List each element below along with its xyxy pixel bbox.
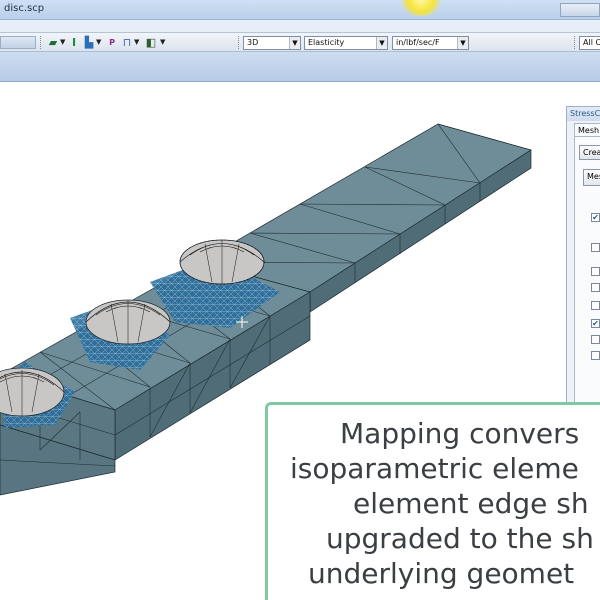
units-value: in/lbf/sec/F (396, 38, 440, 47)
chart-icon[interactable]: ▙ (82, 36, 96, 49)
toolbar-strip (0, 36, 36, 49)
mesh-type-select[interactable]: Mes (583, 169, 600, 186)
panel-title: StressCh (567, 107, 600, 121)
chevron-down-icon[interactable]: ▼ (457, 37, 468, 49)
option-checkbox-5[interactable] (591, 301, 600, 310)
window-title: disc.scp (4, 3, 45, 14)
mesh-panel: StressCh Mesh Creat Mes ✔ ✔ (566, 106, 600, 406)
create-button[interactable]: Creat (579, 145, 600, 160)
chevron-down-icon[interactable]: ▼ (60, 37, 65, 48)
object-filter-select[interactable]: All Ob (579, 36, 600, 50)
cursor-highlight (398, 0, 444, 16)
option-checkbox-8[interactable] (591, 351, 600, 360)
analysis-type-select[interactable]: Elasticity ▼ (304, 36, 388, 50)
title-bar: disc.scp (0, 0, 600, 20)
ribbon-band (0, 52, 600, 82)
units-select[interactable]: in/lbf/sec/F ▼ (392, 36, 469, 50)
menu-band (0, 20, 600, 32)
load-icon[interactable]: ⊓ (120, 36, 134, 49)
caption-line-3: element edge sh (353, 487, 589, 520)
analysis-type-value: Elasticity (308, 38, 345, 47)
window-controls[interactable] (560, 3, 600, 17)
chevron-down-icon[interactable]: ▼ (289, 37, 300, 49)
option-checkbox-4[interactable] (591, 283, 600, 292)
option-checkbox-7[interactable] (591, 335, 600, 344)
hole-1 (179, 239, 265, 285)
option-checkbox-3[interactable] (591, 267, 600, 276)
option-checkbox-2[interactable] (591, 243, 600, 252)
tab-mesh[interactable]: Mesh (574, 123, 600, 136)
hole-2 (85, 299, 171, 345)
caption-line-1: Mapping convers (340, 417, 580, 450)
view-mode-select[interactable]: 3D ▼ (243, 36, 301, 50)
view-mode-value: 3D (247, 38, 259, 47)
chevron-down-icon[interactable]: ▼ (96, 37, 101, 48)
camera-icon[interactable]: ◧ (144, 36, 158, 49)
toolbar-grip[interactable] (238, 36, 240, 49)
mesh-icon[interactable]: ▰ (46, 36, 60, 49)
caption-line-2: isoparametric eleme (290, 452, 579, 485)
chevron-down-icon[interactable]: ▼ (134, 37, 139, 48)
toolbar-grip[interactable] (40, 36, 42, 49)
option-checkbox-6[interactable]: ✔ (591, 319, 600, 328)
option-checkbox-1[interactable]: ✔ (591, 213, 600, 222)
caption-line-4: upgraded to the sh (326, 522, 594, 555)
probe-icon[interactable]: P (106, 36, 118, 49)
caption-box: Mapping convers isoparametric eleme elem… (265, 402, 600, 600)
chevron-down-icon[interactable]: ▼ (160, 37, 165, 48)
toolbar-grip[interactable] (574, 36, 576, 49)
chevron-down-icon[interactable]: ▼ (376, 37, 387, 49)
caption-line-5: underlying geomet (308, 557, 575, 590)
main-toolbar: ▰ ▼ I ▙ ▼ P ⊓ ▼ ◧ ▼ 3D ▼ Elasticity ▼ in… (0, 32, 600, 52)
object-filter-value: All Ob (583, 38, 600, 47)
beam-icon[interactable]: I (68, 36, 80, 49)
